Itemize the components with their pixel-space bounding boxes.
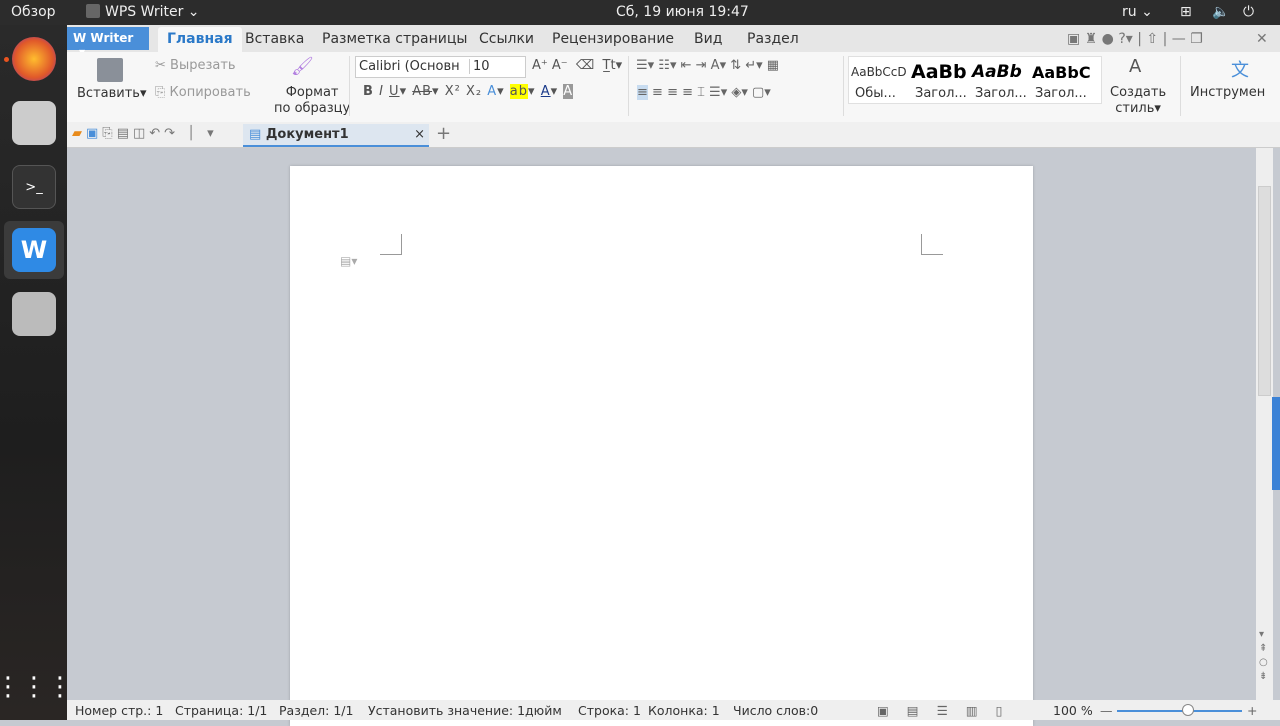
network-icon[interactable]: ⊞ bbox=[1180, 4, 1192, 20]
font-select[interactable]: Calibri (Основн 10 bbox=[355, 56, 526, 78]
language-indicator[interactable]: ru ⌄ bbox=[1122, 4, 1153, 20]
style-normal-preview[interactable]: AaBbCcD bbox=[851, 65, 907, 79]
paste-button[interactable]: Вставить▾ bbox=[77, 86, 146, 101]
style-h1[interactable]: Загол... bbox=[915, 86, 967, 101]
new-tab-button[interactable]: + bbox=[436, 123, 451, 144]
wps-icon bbox=[86, 4, 100, 18]
scroll-thumb[interactable] bbox=[1258, 186, 1271, 396]
close-tab-icon[interactable]: × bbox=[414, 127, 425, 142]
wps-writer-icon[interactable]: W bbox=[12, 228, 56, 272]
zoom-in-button[interactable]: + bbox=[1247, 703, 1257, 718]
tools-icon: 文 bbox=[1231, 60, 1249, 81]
status-row[interactable]: Строка: 1 bbox=[578, 703, 641, 718]
create-style-icon: A bbox=[1129, 56, 1142, 77]
paste-icon bbox=[97, 58, 123, 82]
document-page[interactable]: ▤▾ bbox=[290, 166, 1033, 726]
create-style-button[interactable]: Создать стиль▾ bbox=[1110, 85, 1166, 117]
zoom-slider-thumb[interactable] bbox=[1181, 704, 1194, 716]
zoom-level[interactable]: 100 % bbox=[1053, 703, 1093, 718]
app-grid-icon[interactable]: ⋮⋮⋮ bbox=[0, 665, 73, 709]
view-mode-buttons[interactable]: ▣▤☰▥▯ bbox=[877, 703, 1021, 718]
font-size-tools[interactable]: A⁺ A⁻ ⌫ T̲t▾ bbox=[532, 58, 622, 73]
style-h3[interactable]: Загол... bbox=[1035, 86, 1087, 101]
status-section[interactable]: Раздел: 1/1 bbox=[279, 703, 353, 718]
side-panel-handle[interactable] bbox=[1272, 397, 1280, 490]
styles-gallery[interactable]: AaBbCcD AaBb AaBb AaBbC Обы... Загол... … bbox=[848, 56, 1102, 104]
tab-section[interactable]: Раздел bbox=[747, 31, 799, 47]
paragraph-buttons[interactable]: ≡ ≡ ≡ ≡ ⌶ ☰▾ ◈▾ ▢▾ bbox=[637, 85, 771, 100]
wps-writer-window: W Writer ▾ Главная Вставка Разметка стра… bbox=[67, 25, 1280, 726]
style-normal[interactable]: Обы... bbox=[855, 86, 896, 101]
close-icon[interactable]: ✕ bbox=[1256, 31, 1268, 47]
style-h2[interactable]: Загол... bbox=[975, 86, 1027, 101]
style-h3-preview[interactable]: AaBbC bbox=[1032, 63, 1091, 82]
tab-view[interactable]: Вид bbox=[694, 31, 722, 47]
tab-review[interactable]: Рецензирование bbox=[552, 31, 674, 47]
doc-icon: ▤ bbox=[249, 127, 262, 142]
style-h2-preview[interactable]: AaBb bbox=[972, 62, 1022, 82]
system-top-bar: Обзор WPS Writer ⌄ Сб, 19 июня 19:47 ru … bbox=[0, 0, 1280, 25]
tools-button[interactable]: Инструмен bbox=[1190, 85, 1265, 100]
paragraph-options-icon[interactable]: ▤▾ bbox=[340, 254, 357, 268]
terminal-icon[interactable]: >_ bbox=[12, 165, 56, 209]
copy-button[interactable]: ⎘ Копировать bbox=[155, 85, 251, 100]
tab-insert[interactable]: Вставка bbox=[245, 31, 304, 47]
dock: >_ W ⋮⋮⋮ bbox=[0, 25, 73, 720]
vertical-scrollbar[interactable]: ▾ ⇞ ○ ⇟ bbox=[1256, 148, 1273, 700]
status-column[interactable]: Колонка: 1 bbox=[648, 703, 720, 718]
overview-button[interactable]: Обзор bbox=[11, 4, 56, 20]
clock[interactable]: Сб, 19 июня 19:47 bbox=[616, 4, 749, 20]
volume-icon[interactable]: 🔈 bbox=[1212, 4, 1229, 20]
status-word-count[interactable]: Число слов:0 bbox=[733, 703, 818, 718]
quick-access-bar: ▰▣⎘▤◫↶↷ │ ▾ ▤ Документ1 × + bbox=[67, 122, 1280, 148]
status-bar: Номер стр.: 1 Страница: 1/1 Раздел: 1/1 … bbox=[67, 700, 1280, 720]
quick-access-icons[interactable]: ▰▣⎘▤◫↶↷ │ ▾ bbox=[72, 126, 218, 141]
tab-layout[interactable]: Разметка страницы bbox=[322, 31, 467, 47]
document-tab[interactable]: ▤ Документ1 × bbox=[243, 124, 429, 147]
help-icons[interactable]: ▣ ♜ ● ?▾ | ⇧ | — ❐ bbox=[1067, 31, 1203, 47]
status-page-number[interactable]: Номер стр.: 1 bbox=[75, 703, 163, 718]
tab-home[interactable]: Главная bbox=[158, 27, 242, 52]
files-icon[interactable] bbox=[12, 101, 56, 145]
format-painter-button[interactable]: Формат по образцу bbox=[274, 85, 350, 117]
power-icon[interactable]: ⏻ bbox=[1243, 4, 1254, 20]
margin-mark-left bbox=[380, 234, 402, 255]
style-h1-preview[interactable]: AaBb bbox=[911, 61, 967, 83]
sd-card-icon[interactable] bbox=[12, 292, 56, 336]
status-page[interactable]: Страница: 1/1 bbox=[175, 703, 267, 718]
tab-references[interactable]: Ссылки bbox=[479, 31, 534, 47]
menu-tabs: W Writer ▾ Главная Вставка Разметка стра… bbox=[67, 25, 1280, 59]
font-size-select[interactable]: 10 bbox=[469, 59, 526, 74]
list-buttons[interactable]: ☰▾ ☷▾ ⇤ ⇥ A▾ ⇅ ↵▾ ▦ bbox=[636, 58, 779, 73]
firefox-icon[interactable] bbox=[12, 37, 56, 81]
page-nav-icons[interactable]: ▾ ⇞ ○ ⇟ bbox=[1259, 628, 1268, 684]
writer-menu-button[interactable]: W Writer ▾ bbox=[67, 27, 149, 59]
cut-button[interactable]: ✂ Вырезать bbox=[155, 58, 236, 73]
zoom-out-button[interactable]: — bbox=[1100, 703, 1113, 718]
ribbon-home: Вставить▾ ✂ Вырезать ⎘ Копировать 🖌 Форм… bbox=[67, 52, 1280, 122]
margin-mark-right bbox=[921, 234, 943, 255]
zoom-slider[interactable] bbox=[1117, 704, 1242, 716]
status-set-value[interactable]: Установить значение: 1дюйм bbox=[368, 703, 562, 718]
app-menu[interactable]: WPS Writer ⌄ bbox=[86, 4, 200, 20]
format-painter-icon: 🖌 bbox=[291, 56, 314, 77]
font-format-buttons[interactable]: B I U▾ AB▾ X² X₂ A▾ ab▾ A▾ A bbox=[363, 84, 574, 99]
